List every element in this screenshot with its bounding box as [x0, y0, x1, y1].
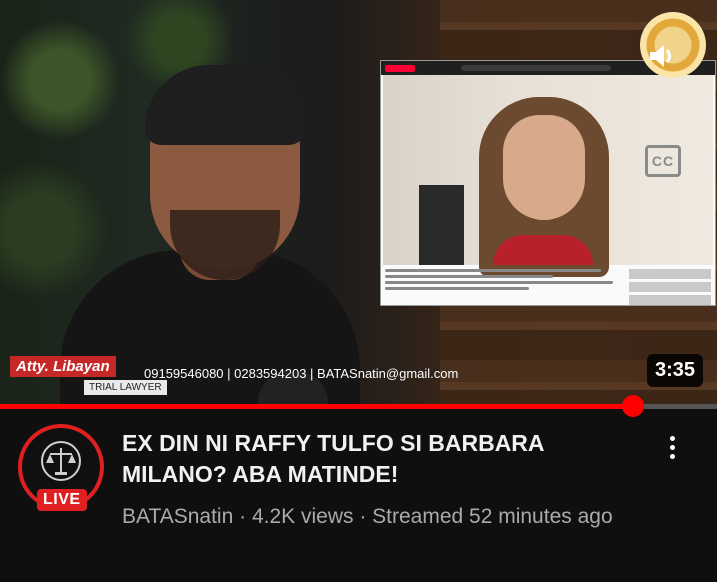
embedded-door — [419, 185, 464, 265]
progress-scrubber[interactable] — [622, 395, 645, 417]
host-contacts: 09159546080 | 0283594203 | BATASnatin@gm… — [144, 366, 459, 381]
host-name: Atty. Libayan — [10, 356, 116, 377]
embedded-meta-line — [385, 269, 601, 272]
more-options-icon[interactable] — [664, 432, 680, 463]
closed-captions-icon: CC — [645, 145, 681, 177]
video-thumbnail[interactable]: CC Atty. Libayan TRIAL LAWYER 0915954608… — [0, 0, 717, 407]
progress-fill — [0, 404, 634, 409]
embedded-sidebar-item — [629, 282, 711, 292]
progress-bar[interactable] — [0, 395, 717, 417]
video-meta: BATASnatin · 4.2K views · Streamed 52 mi… — [122, 505, 613, 528]
speaker-icon[interactable] — [647, 41, 677, 71]
embedded-sidebar-item — [629, 295, 711, 305]
embedded-video-frame: CC — [383, 75, 713, 277]
live-badge: LIVE — [37, 489, 87, 511]
embedded-logo — [385, 64, 415, 72]
guest-dress — [493, 235, 593, 265]
host-person — [40, 60, 360, 407]
embedded-meta-line — [385, 275, 553, 278]
more-dot — [669, 445, 675, 450]
embedded-sidebar — [629, 266, 711, 308]
channel-emblem-icon — [40, 440, 82, 482]
embedded-search — [461, 65, 611, 71]
embedded-sidebar-item — [629, 269, 711, 279]
embedded-video-screenshot: CC — [380, 60, 716, 306]
guest-face — [503, 115, 585, 220]
embedded-meta-line — [385, 281, 613, 284]
host-role: TRIAL LAWYER — [84, 380, 167, 395]
more-dot — [669, 436, 675, 441]
embedded-meta-line — [385, 287, 529, 290]
more-dot — [669, 454, 675, 459]
host-hair — [145, 65, 305, 145]
embedded-video-meta — [385, 266, 625, 293]
duration-badge: 3:35 — [646, 354, 703, 387]
lower-third: Atty. Libayan TRIAL LAWYER 09159546080 |… — [10, 356, 458, 404]
video-title[interactable]: EX DIN NI RAFFY TULFO SI BARBARA MILANO?… — [122, 428, 622, 490]
